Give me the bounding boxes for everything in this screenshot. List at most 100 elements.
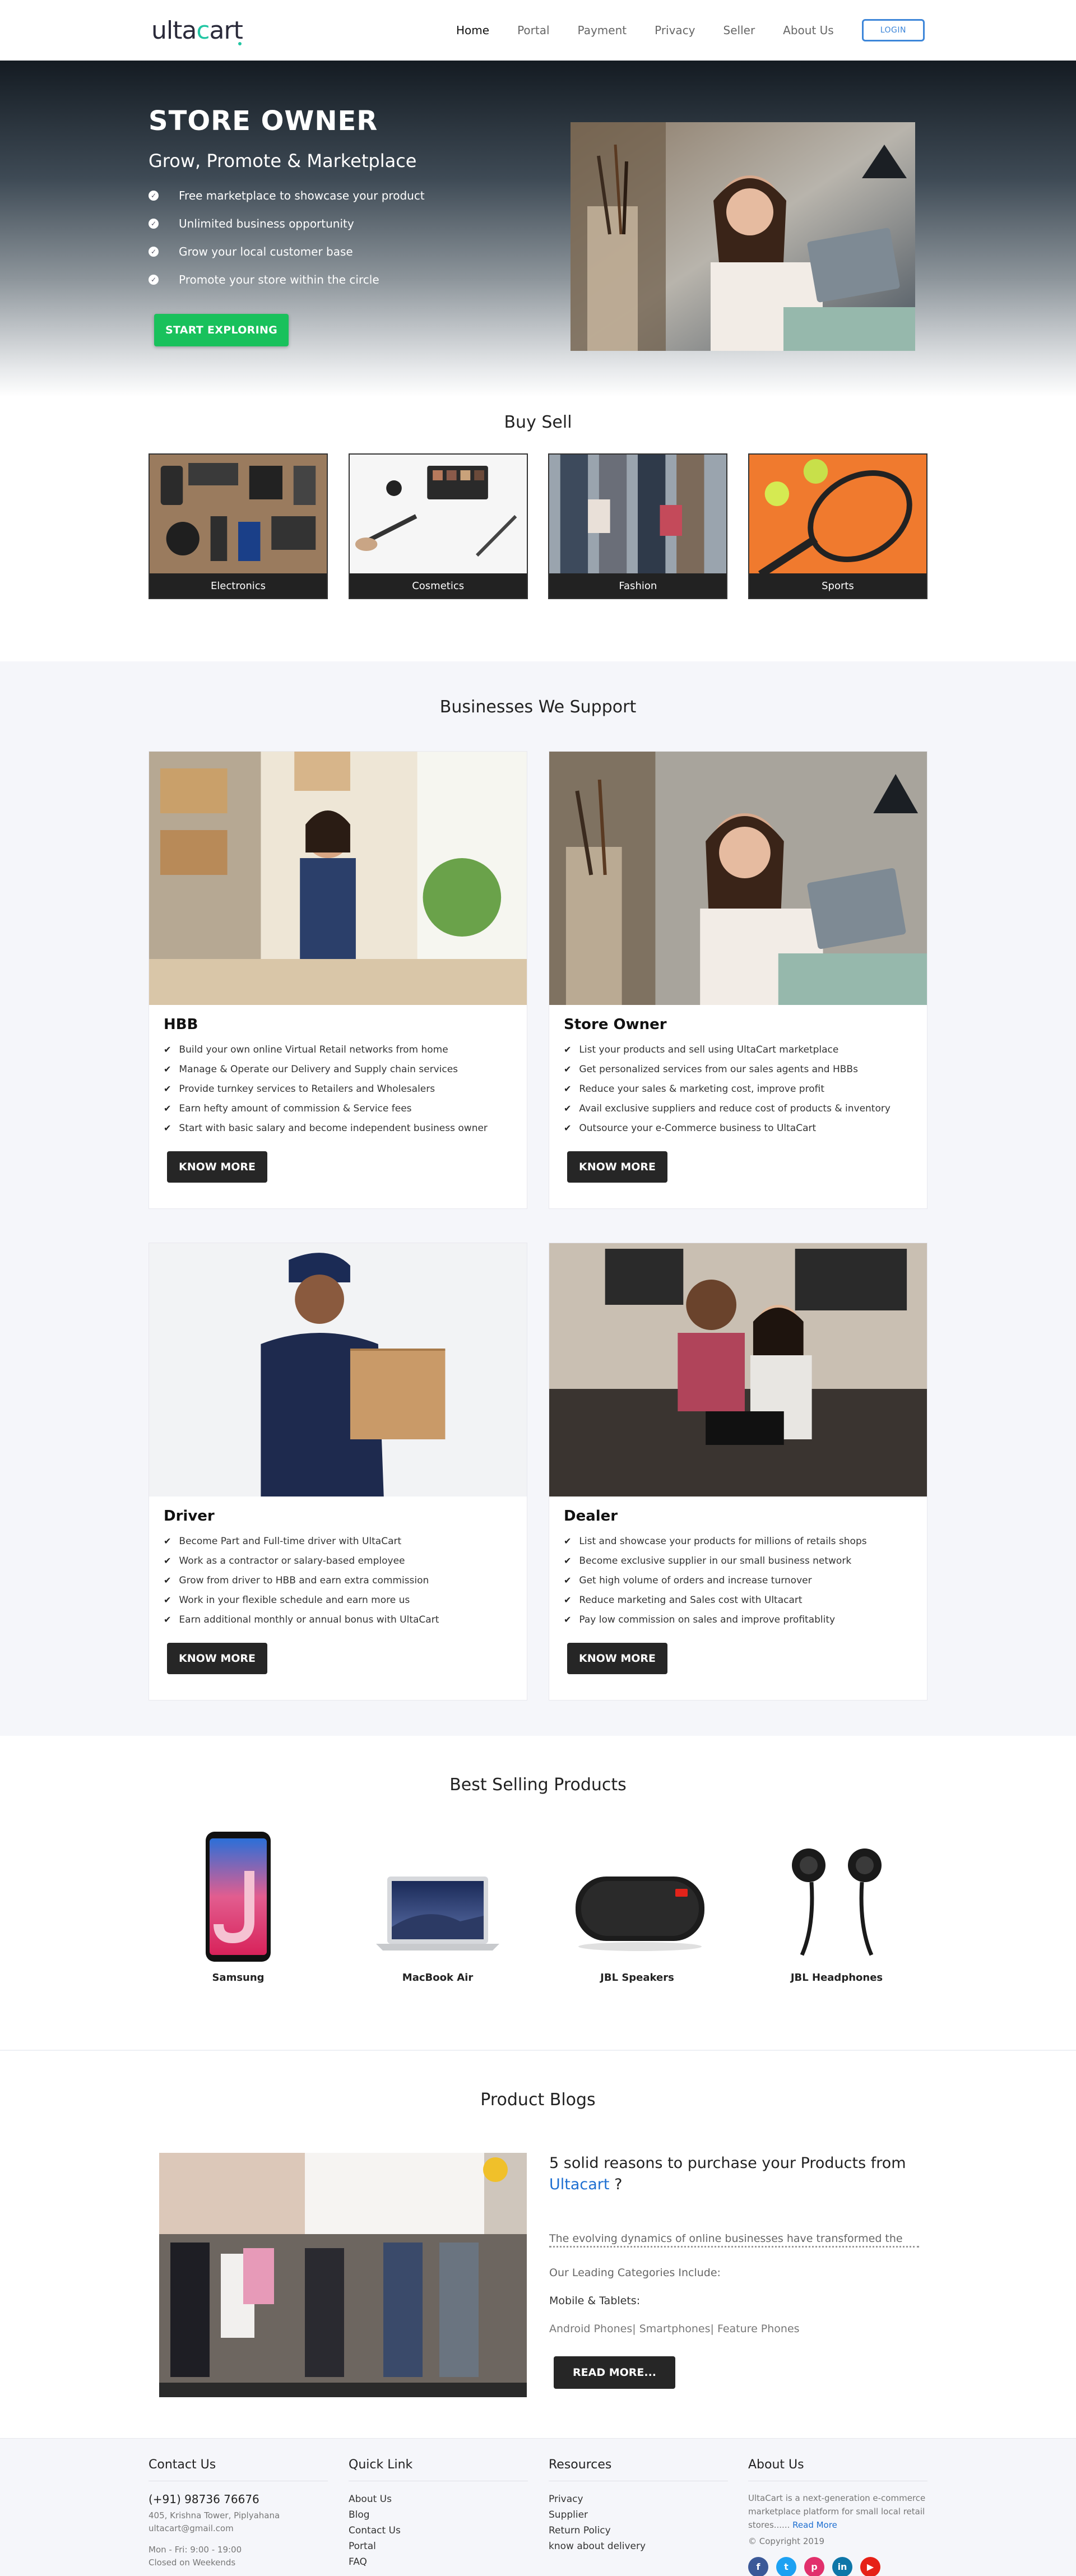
start-exploring-button[interactable]: START EXPLORING (154, 314, 289, 346)
know-more-button[interactable]: KNOW MORE (167, 1643, 268, 1674)
read-more-button[interactable]: READ MORE... (554, 2356, 676, 2389)
cosmetics-image (349, 455, 527, 574)
best-selling-title: Best Selling Products (449, 1775, 627, 1795)
store-owner-card-photo (549, 752, 927, 1005)
hero-bullets: ✓ Free marketplace to showcase your produ… (149, 182, 462, 294)
footer-link-delivery[interactable]: know about delivery (549, 2541, 728, 2552)
pinterest-icon[interactable]: p (804, 2556, 824, 2576)
store-owner-photo (571, 122, 915, 351)
footer-about-title: About Us (748, 2458, 927, 2481)
business-feature: ✔ Reduce marketing and Sales cost with Ul… (564, 1594, 803, 1606)
footer-quick-links: Quick Link About Us Blog Contact Us Port… (349, 2458, 528, 2568)
samsung-phone-image (206, 1832, 271, 1962)
check-icon: ✔ (564, 1555, 572, 1566)
footer-link-portal[interactable]: Portal (349, 2541, 528, 2552)
category-card-cosmetics[interactable]: Cosmetics (348, 453, 528, 599)
hero-subtitle: Grow, Promote & Marketplace (149, 150, 417, 172)
business-card-title: Store Owner (564, 1016, 667, 1033)
category-card-electronics[interactable]: Electronics (149, 453, 328, 599)
business-feature: ✔ Get high volume of orders and increase … (564, 1574, 812, 1586)
check-icon: ✔ (564, 1123, 572, 1133)
check-icon: ✔ (564, 1536, 572, 1546)
nav-home[interactable]: Home (456, 24, 489, 37)
footer-link-return-policy[interactable]: Return Policy (549, 2525, 728, 2536)
blog-mobile-tablets: Mobile & Tablets: (549, 2294, 641, 2307)
check-icon: ✔ (564, 1103, 572, 1114)
nav-privacy[interactable]: Privacy (655, 24, 695, 37)
linkedin-icon[interactable]: in (832, 2556, 852, 2576)
login-button[interactable]: LOGIN (861, 19, 925, 41)
blog-excerpt: The evolving dynamics of online business… (549, 2232, 919, 2248)
hero-section: STORE OWNER Grow, Promote & Marketplace … (0, 61, 1076, 397)
facebook-icon[interactable]: f (748, 2556, 768, 2576)
businesses-title: Businesses We Support (439, 697, 637, 717)
hero-bullet: ✓ Free marketplace to showcase your produ… (149, 182, 462, 210)
footer-copyright: © Copyright 2019 (748, 2536, 825, 2546)
youtube-icon[interactable]: ▶ (860, 2556, 880, 2576)
footer-link-faq[interactable]: FAQ (349, 2556, 528, 2568)
read-more-link[interactable]: Read More (792, 2520, 837, 2530)
footer-link-blog[interactable]: Blog (349, 2509, 528, 2521)
product-label: Samsung (212, 1972, 265, 1984)
footer-link-contact-us[interactable]: Contact Us (349, 2525, 528, 2536)
business-feature: ✔ Become Part and Full-time driver with U… (164, 1535, 402, 1547)
blog-post-image[interactable] (159, 2153, 527, 2397)
ultacart-link[interactable]: Ultacart (549, 2176, 609, 2193)
footer-resources-title: Resources (549, 2458, 728, 2481)
product-samsung[interactable]: Samsung (149, 1826, 328, 1984)
business-card-driver: Driver ✔ Become Part and Full-time driver… (149, 1243, 527, 1701)
footer-phone[interactable]: (+91) 98736 76676 (149, 2492, 328, 2506)
site-footer: Contact Us (+91) 98736 76676 405, Krishn… (0, 2438, 1076, 2576)
check-circle-icon: ✓ (149, 275, 159, 285)
best-selling-section: Best Selling Products Samsung MacBook Ai… (0, 1736, 1076, 2050)
business-card-title: Driver (164, 1508, 215, 1525)
blog-categories-heading: Our Leading Categories Include: (549, 2266, 721, 2279)
buy-sell-section: Buy Sell Electronics Cosmetics Fashion S… (0, 397, 1076, 661)
product-jbl-speakers[interactable]: JBL Speakers (548, 1826, 727, 1984)
nav-payment[interactable]: Payment (578, 24, 627, 37)
business-feature: ✔ Work in your flexible schedule and earn… (164, 1594, 410, 1606)
business-feature: ✔ List and showcase your products for mil… (564, 1535, 867, 1547)
twitter-icon[interactable]: t (776, 2556, 796, 2576)
nav-portal[interactable]: Portal (517, 24, 549, 37)
business-feature: ✔ Work as a contractor or salary-based em… (164, 1555, 405, 1567)
category-card-sports[interactable]: Sports (748, 453, 927, 599)
business-feature: ✔ Start with basic salary and become inde… (164, 1122, 488, 1134)
hero-bullet: ✓ Promote your store within the circle (149, 266, 462, 294)
business-card-hbb: HBB ✔ Build your own online Virtual Retai… (149, 751, 527, 1209)
check-icon: ✔ (164, 1044, 171, 1055)
footer-link-about-us[interactable]: About Us (349, 2494, 528, 2505)
top-navbar: ultacart Home Portal Payment Privacy Sel… (0, 0, 1076, 61)
footer-link-supplier[interactable]: Supplier (549, 2509, 728, 2521)
category-label: Electronics (150, 573, 327, 598)
business-feature: ✔ Grow from driver to HBB and earn extra … (164, 1574, 429, 1586)
nav-about-us[interactable]: About Us (783, 24, 834, 37)
blog-post-title[interactable]: 5 solid reasons to purchase your Product… (549, 2153, 919, 2195)
footer-link-privacy[interactable]: Privacy (549, 2494, 728, 2505)
footer-email[interactable]: ultacart@gmail.com (149, 2522, 328, 2535)
category-card-fashion[interactable]: Fashion (548, 453, 728, 599)
check-icon: ✔ (564, 1595, 572, 1605)
footer-resources: Resources Privacy Supplier Return Policy… (549, 2458, 728, 2552)
nav-seller[interactable]: Seller (723, 24, 755, 37)
business-feature: ✔ Manage & Operate our Delivery and Suppl… (164, 1063, 458, 1075)
footer-about-text: UltaCart is a next-generation e-commerce… (748, 2493, 926, 2530)
check-icon: ✔ (164, 1083, 171, 1094)
check-icon: ✔ (164, 1064, 171, 1074)
check-icon: ✔ (164, 1103, 171, 1114)
ultacart-logo[interactable]: ultacart (151, 16, 243, 45)
jbl-headphones-image (792, 1848, 882, 1956)
know-more-button[interactable]: KNOW MORE (567, 1151, 668, 1183)
business-card-store-owner: Store Owner ✔ List your products and sell… (549, 751, 927, 1209)
category-label: Cosmetics (349, 573, 527, 598)
know-more-button[interactable]: KNOW MORE (167, 1151, 268, 1183)
business-feature: ✔ Build your own online Virtual Retail ne… (164, 1044, 448, 1055)
business-card-dealer: Dealer ✔ List and showcase your products … (549, 1243, 927, 1701)
product-jbl-headphones[interactable]: JBL Headphones (747, 1826, 926, 1984)
check-icon: ✔ (164, 1555, 171, 1566)
product-blogs-section: Product Blogs 5 solid reasons to purchas… (0, 2050, 1076, 2438)
product-label: MacBook Air (402, 1972, 474, 1984)
hero-title: STORE OWNER (149, 105, 378, 137)
product-macbook-air[interactable]: MacBook Air (348, 1826, 527, 1984)
know-more-button[interactable]: KNOW MORE (567, 1643, 668, 1674)
